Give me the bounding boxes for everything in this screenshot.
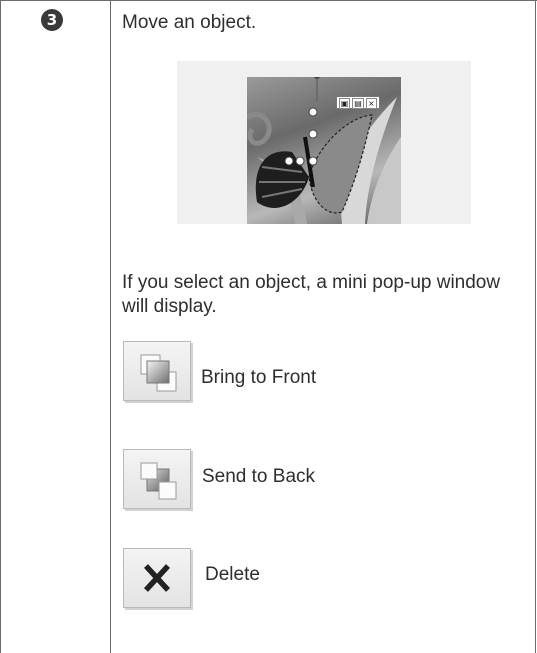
send-to-back-mini-icon: ▤ [352,98,364,109]
send-to-back-label: Send to Back [202,466,316,487]
bring-to-front-label: Bring to Front [201,367,317,388]
mini-popup-window: ▣ ▤ × [336,96,380,109]
bring-to-front-button[interactable] [123,341,191,401]
step-number-badge: 3 [41,9,63,31]
step-title: Move an object. [122,12,257,33]
bring-to-front-mini-icon: ▣ [339,98,351,109]
table-border-right [535,0,536,653]
delete-label: Delete [205,564,260,585]
manual-page: 3 Move an object. ▣ ▤ × If you select an… [0,0,537,653]
table-border-left [0,0,1,653]
explanation-text: If you select an object, a mini pop-up w… [122,272,501,317]
butterfly-photo: ▣ ▤ × [247,77,401,224]
delete-icon [143,564,171,592]
send-to-back-icon [140,462,177,500]
delete-button[interactable] [123,548,191,608]
close-mini-icon: × [365,98,377,109]
table-border-top [0,0,537,1]
bring-to-front-icon [140,354,177,392]
illustration-panel: ▣ ▤ × [177,61,471,224]
send-to-back-button[interactable] [123,449,191,509]
table-column-divider [110,0,111,653]
